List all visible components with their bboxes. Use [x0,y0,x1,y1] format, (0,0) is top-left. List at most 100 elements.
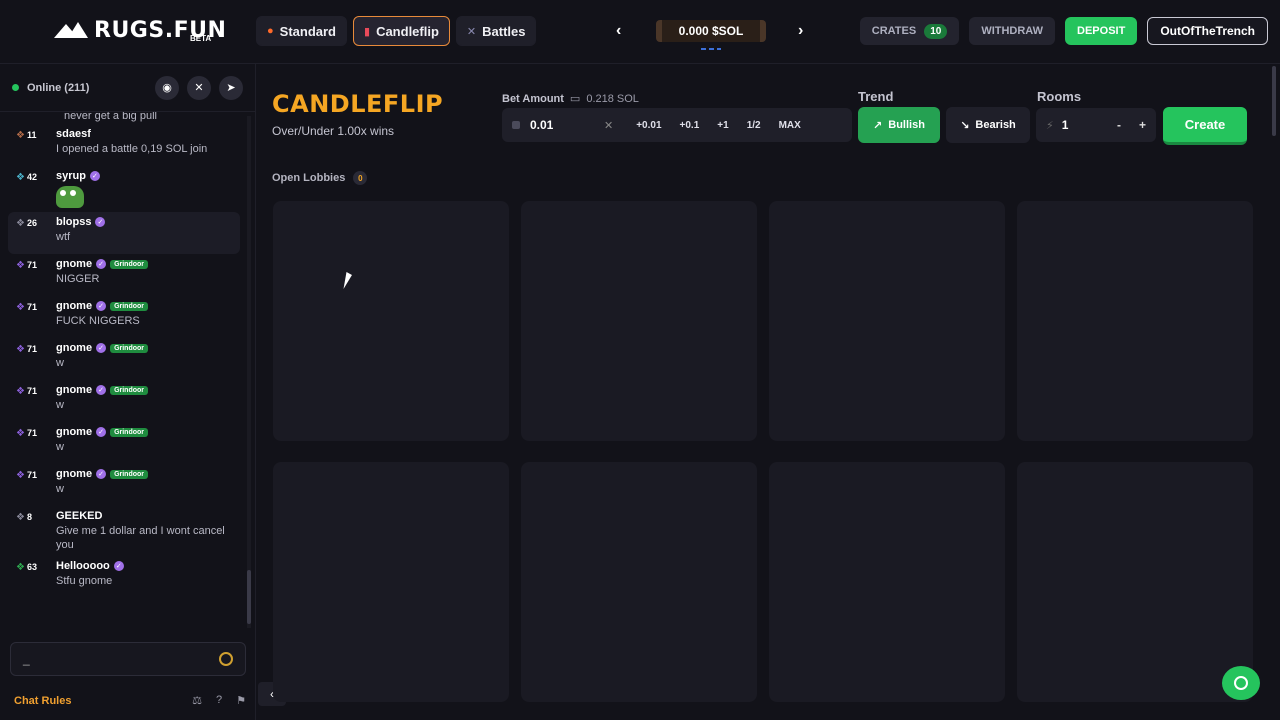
chat-username-row: gnome ✓ Grindoor [56,384,232,396]
level-number: 71 [26,386,37,396]
logo-mark-icon [54,20,90,40]
top-bar: RUGS.FUN BETA ● Standard ▮ Candleflip ✕ … [0,0,1280,64]
max-button[interactable]: MAX [770,120,810,131]
crates-button[interactable]: CRATES 10 [859,17,960,45]
flame-icon: ● [267,25,274,37]
chat-text: Give me 1 dollar and I wont cancel you [56,525,225,551]
tab-standard[interactable]: ● Standard [256,16,347,46]
tab-label: Standard [279,23,336,39]
telegram-icon[interactable]: ➤ [219,75,243,100]
chat-username[interactable]: gnome [56,300,92,312]
lobby-card-placeholder [521,201,757,441]
rank-wings-icon: ❖ [16,562,25,573]
rank-wings-icon: ❖ [16,386,25,397]
discord-icon[interactable]: ◉ [155,75,179,100]
prev-arrow-icon[interactable]: ‹ [616,22,621,40]
add-001-button[interactable]: +0.01 [627,120,670,131]
add-01-button[interactable]: +0.1 [671,120,709,131]
bullish-button[interactable]: ↗ Bullish [858,107,940,143]
bet-amount-field[interactable]: 0.01 ✕ +0.01 +0.1 +1 1/2 MAX [502,108,852,142]
chat-message: ❖ 71 gnome ✓ Grindoor w [8,338,240,380]
chat-username-row: GEEKED [56,510,232,522]
page-title: CANDLEFLIP [272,90,444,118]
add-1-button[interactable]: +1 [708,120,737,131]
create-button[interactable]: Create [1163,107,1247,145]
rank-wings-icon: ❖ [16,344,25,355]
online-count: Online (211) [27,81,90,94]
rooms-label: Rooms [1037,89,1082,104]
level-number: 42 [26,172,37,182]
emoji-icon[interactable] [219,652,233,666]
open-lobbies-heading: Open Lobbies 0 [272,171,368,185]
support-button[interactable] [1222,666,1260,700]
rooms-decrement-button[interactable]: - [1117,118,1121,132]
chat-username[interactable]: gnome [56,342,92,354]
profile-button[interactable]: OutOfTheTrench [1147,17,1268,45]
rooms-stepper[interactable]: ⚡ 1 - + [1036,108,1156,142]
chat-scrollbar[interactable] [247,116,251,628]
rooms-controls: - + [1117,118,1146,132]
chat-rules-link[interactable]: Chat Rules [14,695,71,707]
open-lobbies-label: Open Lobbies [272,172,346,184]
lobby-card-placeholder [273,201,509,441]
chat-username[interactable]: blopss [56,216,91,228]
chat-username[interactable]: gnome [56,258,92,270]
half-button[interactable]: 1/2 [738,120,770,131]
level-badge: ❖ 26 [16,216,56,250]
partial-message: never get a big pull [64,112,157,122]
level-number: 71 [26,302,37,312]
chat-username[interactable]: gnome [56,426,92,438]
user-tag: Grindoor [110,343,149,353]
chat-username[interactable]: sdaesf [56,128,91,140]
chat-username-row: Hellooooo ✓ [56,560,232,572]
deposit-button[interactable]: DEPOSIT [1065,17,1138,45]
users-icon[interactable]: ⚑ [236,694,246,707]
withdraw-button[interactable]: WITHDRAW [969,17,1056,45]
chat-username[interactable]: GEEKED [56,510,102,522]
tab-candleflip[interactable]: ▮ Candleflip [353,16,450,46]
bet-label-text: Bet Amount [502,92,564,105]
chat-footer: Chat Rules ⚖ ? ⚑ [14,694,246,707]
chat-message: ❖ 42 syrup ✓ [8,166,240,212]
verified-icon: ✓ [96,469,107,479]
clear-icon[interactable]: ✕ [604,119,613,132]
chat-username-row: blopss ✓ [56,216,232,228]
chat-username[interactable]: gnome [56,468,92,480]
bearish-button[interactable]: ↘ Bearish [946,107,1030,143]
page-scroll-thumb[interactable] [1272,66,1276,136]
chat-username[interactable]: syrup [56,170,86,182]
chat-username-row: gnome ✓ Grindoor [56,426,232,438]
chat-username[interactable]: gnome [56,384,92,396]
sol-icon [512,121,520,129]
level-badge: ❖ 8 [16,510,56,552]
rank-wings-icon: ❖ [16,172,25,183]
chat-scroll-thumb[interactable] [247,570,251,624]
chat-username-row: gnome ✓ Grindoor [56,468,232,480]
help-icon[interactable]: ? [216,694,222,707]
next-arrow-icon[interactable]: › [798,22,803,40]
rank-wings-icon: ❖ [16,130,25,141]
chat-text: w [56,399,64,411]
balance-display[interactable]: 0.000 $SOL [656,20,766,42]
chat-text: w [56,483,64,495]
chat-message: ❖ 71 gnome ✓ Grindoor NIGGER [8,254,240,296]
chat-username[interactable]: Hellooooo [56,560,110,572]
chat-messages[interactable]: never get a big pull ❖ 11 sdaesf I opened a… [8,112,240,642]
bet-amount-value[interactable]: 0.01 [530,118,600,132]
trend-up-icon: ↗ [873,119,883,132]
rooms-value[interactable]: 1 [1062,118,1069,132]
tab-battles[interactable]: ✕ Battles [455,16,537,46]
scale-icon[interactable]: ⚖ [192,694,202,707]
headset-icon [1234,676,1248,690]
level-badge: ❖ 71 [16,258,56,292]
level-number: 26 [26,218,37,228]
level-number: 71 [26,260,37,270]
rank-wings-icon: ❖ [16,218,25,229]
crates-count-badge: 10 [924,23,948,39]
rooms-increment-button[interactable]: + [1139,118,1146,132]
chat-input[interactable]: _ [10,642,246,676]
x-icon[interactable]: ✕ [187,75,211,100]
user-tag: Grindoor [110,427,149,437]
level-badge: ❖ 71 [16,342,56,376]
account-actions: CRATES 10 WITHDRAW DEPOSIT OutOfTheTrenc… [859,17,1268,45]
